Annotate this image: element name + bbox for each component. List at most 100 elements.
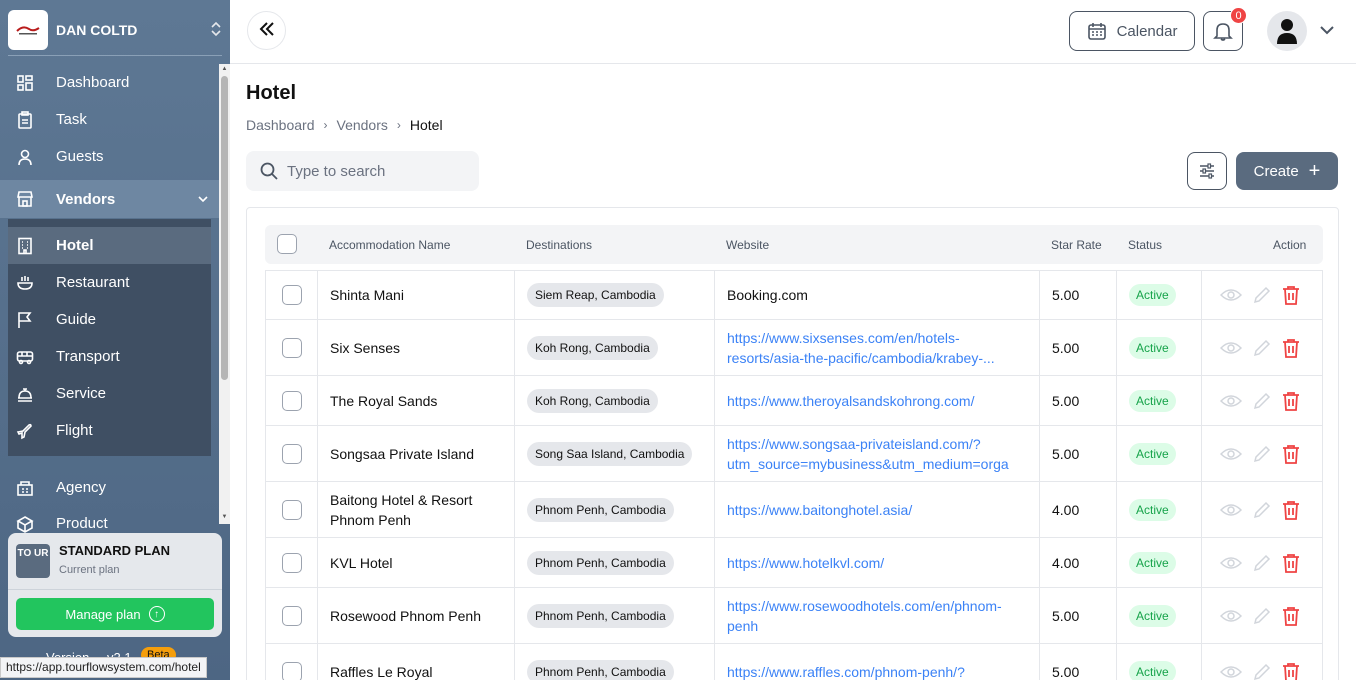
- edit-pencil-icon[interactable]: [1252, 500, 1272, 520]
- row-checkbox[interactable]: [281, 499, 302, 520]
- topbar: Calendar 0: [230, 0, 1356, 64]
- sidebar-item-guests[interactable]: Guests: [0, 138, 220, 175]
- delete-trash-icon[interactable]: [1282, 500, 1300, 520]
- view-eye-icon[interactable]: [1220, 555, 1242, 571]
- create-button[interactable]: Create +: [1236, 152, 1338, 190]
- destination-pill: Song Saa Island, Cambodia: [527, 441, 693, 466]
- column-header: Destinations: [526, 238, 593, 252]
- bus-icon: [16, 348, 34, 366]
- food-bowl-icon: [16, 274, 34, 292]
- star-rate: 4.00: [1052, 501, 1080, 518]
- edit-pencil-icon[interactable]: [1252, 606, 1272, 626]
- user-menu-chevron-icon[interactable]: [1319, 22, 1335, 43]
- row-checkbox[interactable]: [281, 552, 302, 573]
- table-row[interactable]: Baitong Hotel & Resort Phnom Penh Phnom …: [265, 482, 1323, 538]
- view-eye-icon[interactable]: [1220, 446, 1242, 462]
- delete-trash-icon[interactable]: [1282, 285, 1300, 305]
- website-link[interactable]: https://www.hotelkvl.com/: [727, 553, 1029, 573]
- delete-trash-icon[interactable]: [1282, 662, 1300, 680]
- view-eye-icon[interactable]: [1220, 340, 1242, 356]
- sidebar-item-hotel[interactable]: Hotel: [8, 227, 211, 264]
- star-rate: 4.00: [1052, 554, 1080, 571]
- accommodation-name: KVL Hotel: [330, 554, 393, 571]
- sidebar-item-task[interactable]: Task: [0, 101, 220, 138]
- sidebar-scroll-thumb[interactable]: [221, 76, 228, 380]
- website-link[interactable]: https://www.rosewoodhotels.com/en/phnom-…: [727, 596, 1029, 636]
- edit-pencil-icon[interactable]: [1252, 553, 1272, 573]
- accommodation-name: The Royal Sands: [330, 392, 438, 409]
- breadcrumb-vendors[interactable]: Vendors: [337, 117, 388, 133]
- website-link[interactable]: Booking.com: [727, 285, 1029, 305]
- edit-pencil-icon[interactable]: [1252, 391, 1272, 411]
- plan-logo: TO UR: [16, 544, 50, 578]
- table-row[interactable]: Rosewood Phnom Penh Phnom Penh, Cambodia…: [265, 588, 1323, 644]
- edit-pencil-icon[interactable]: [1252, 285, 1272, 305]
- collapse-sidebar-button[interactable]: [247, 11, 286, 50]
- table-row[interactable]: KVL Hotel Phnom Penh, Cambodia https://w…: [265, 538, 1323, 588]
- edit-pencil-icon[interactable]: [1252, 444, 1272, 464]
- star-rate: 5.00: [1052, 339, 1080, 356]
- view-eye-icon[interactable]: [1220, 664, 1242, 680]
- table-row[interactable]: Songsaa Private Island Song Saa Island, …: [265, 426, 1323, 482]
- scroll-up-arrow[interactable]: ▲: [221, 66, 228, 72]
- row-checkbox[interactable]: [281, 443, 302, 464]
- delete-trash-icon[interactable]: [1282, 606, 1300, 626]
- calendar-icon: [1087, 23, 1106, 40]
- star-rate: 5.00: [1052, 445, 1080, 462]
- website-link[interactable]: https://www.songsaa-privateisland.com/?u…: [727, 434, 1029, 474]
- sidebar-item-vendors[interactable]: Vendors: [0, 180, 219, 218]
- table-row[interactable]: Raffles Le Royal Phnom Penh, Cambodia ht…: [265, 644, 1323, 680]
- filter-button[interactable]: [1187, 152, 1227, 190]
- website-link[interactable]: https://www.theroyalsandskohrong.com/: [727, 391, 1029, 411]
- star-rate: 5.00: [1052, 287, 1080, 303]
- sidebar-item-service[interactable]: Service: [8, 375, 211, 412]
- sidebar-item-flight[interactable]: Flight: [8, 412, 211, 449]
- sidebar-item-restaurant[interactable]: Restaurant: [8, 264, 211, 301]
- calendar-button[interactable]: Calendar: [1069, 11, 1195, 51]
- view-eye-icon[interactable]: [1220, 287, 1242, 303]
- view-eye-icon[interactable]: [1220, 393, 1242, 409]
- delete-trash-icon[interactable]: [1282, 338, 1300, 358]
- status-badge: Active: [1129, 284, 1176, 306]
- sidebar-item-guide[interactable]: Guide: [8, 301, 211, 338]
- row-checkbox[interactable]: [281, 285, 302, 305]
- view-eye-icon[interactable]: [1220, 608, 1242, 624]
- company-switcher[interactable]: DAN COLTD: [8, 6, 222, 54]
- company-name: DAN COLTD: [56, 22, 138, 38]
- search-input[interactable]: [287, 162, 467, 180]
- sidebar-item-transport[interactable]: Transport: [8, 338, 211, 375]
- sidebar-item-dashboard[interactable]: Dashboard: [0, 64, 220, 101]
- row-checkbox[interactable]: [281, 337, 302, 358]
- table-row[interactable]: Shinta Mani Siem Reap, Cambodia Booking.…: [265, 270, 1323, 320]
- table-row[interactable]: The Royal Sands Koh Rong, Cambodia https…: [265, 376, 1323, 426]
- sidebar-item-agency[interactable]: Agency: [0, 469, 220, 506]
- table-row[interactable]: Six Senses Koh Rong, Cambodia https://ww…: [265, 320, 1323, 376]
- sidebar-item-label: Service: [56, 385, 107, 402]
- column-header: Star Rate: [1051, 238, 1102, 252]
- sidebar-item-label: Flight: [56, 422, 93, 439]
- edit-pencil-icon[interactable]: [1252, 338, 1272, 358]
- building-office-icon: [16, 479, 34, 497]
- breadcrumb: Dashboard › Vendors › Hotel: [246, 117, 443, 133]
- select-all-checkbox[interactable]: [277, 234, 297, 254]
- website-link[interactable]: https://www.raffles.com/phnom-penh/?: [727, 662, 1029, 680]
- row-checkbox[interactable]: [281, 605, 302, 626]
- plus-icon: +: [1308, 159, 1321, 182]
- delete-trash-icon[interactable]: [1282, 444, 1300, 464]
- dashboard-icon: [16, 74, 34, 92]
- row-checkbox[interactable]: [281, 390, 302, 411]
- delete-trash-icon[interactable]: [1282, 391, 1300, 411]
- avatar[interactable]: [1267, 11, 1307, 51]
- manage-plan-button[interactable]: Manage plan ↑: [16, 598, 214, 630]
- sidebar-item-label: Guide: [56, 311, 97, 328]
- website-link[interactable]: https://www.baitonghotel.asia/: [727, 500, 1029, 520]
- view-eye-icon[interactable]: [1220, 502, 1242, 518]
- row-checkbox[interactable]: [281, 661, 302, 680]
- breadcrumb-current: Hotel: [409, 117, 443, 133]
- scroll-down-arrow[interactable]: ▼: [221, 514, 228, 520]
- website-link[interactable]: https://www.sixsenses.com/en/hotels-reso…: [727, 328, 1029, 368]
- delete-trash-icon[interactable]: [1282, 553, 1300, 573]
- breadcrumb-dashboard[interactable]: Dashboard: [246, 117, 315, 133]
- edit-pencil-icon[interactable]: [1252, 662, 1272, 680]
- upload-icon: ↑: [148, 606, 165, 622]
